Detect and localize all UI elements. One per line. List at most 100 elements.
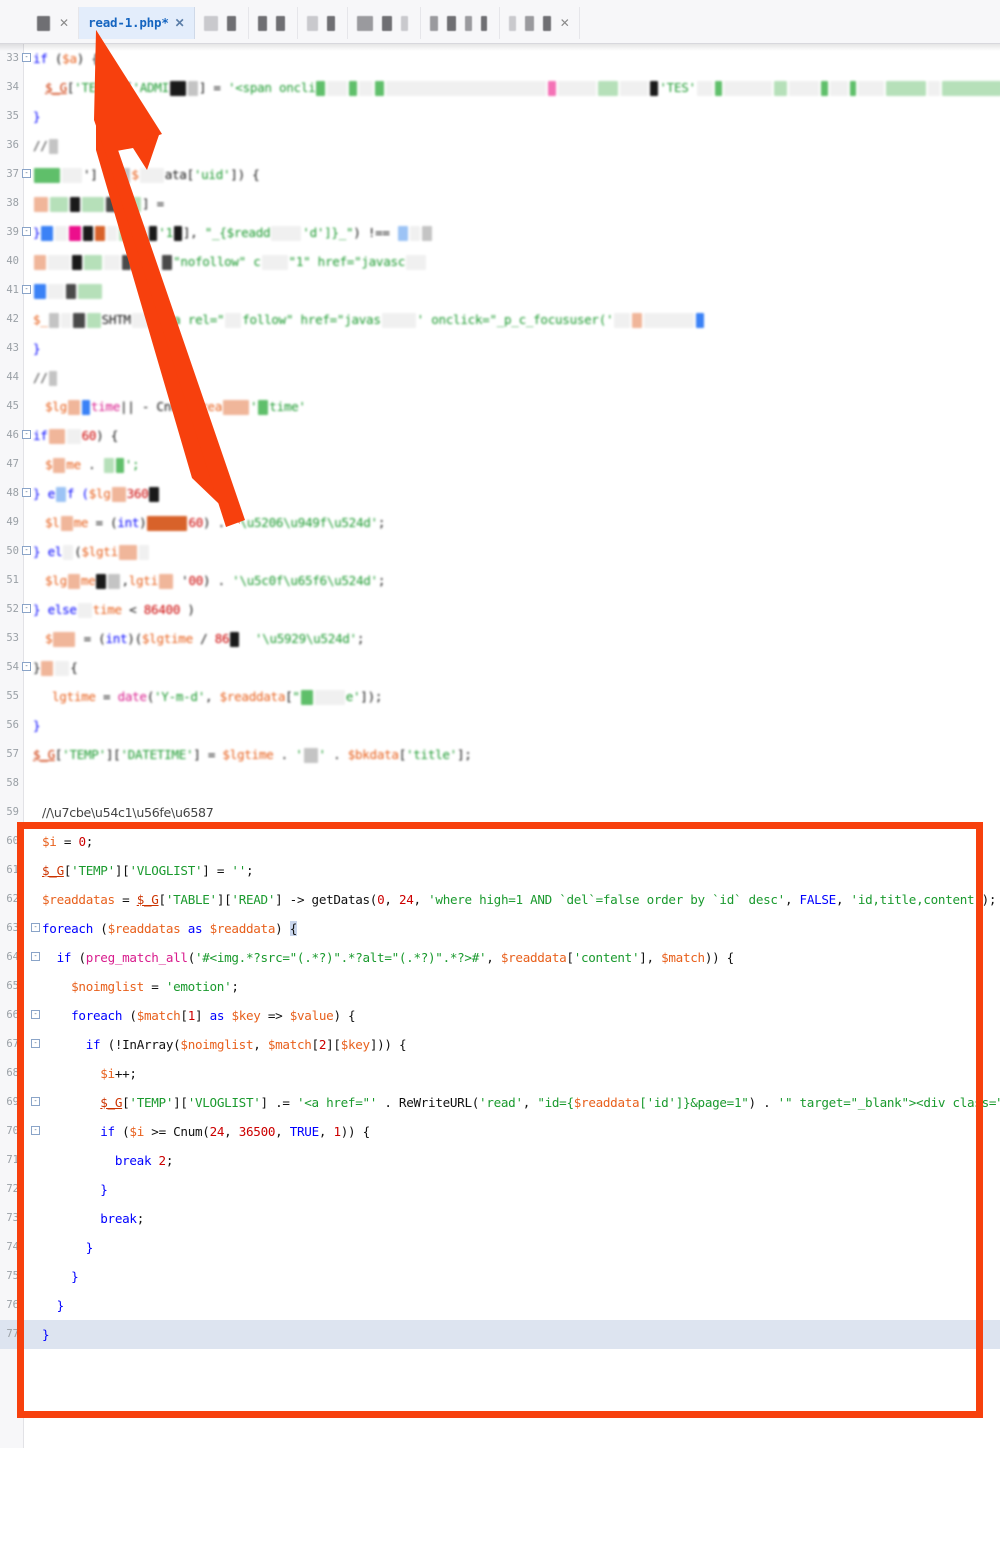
code-line[interactable]: 48 - } ef ($lg 360 — [0, 479, 1000, 508]
tab-redacted-1[interactable]: ✕ — [28, 7, 80, 39]
fold-toggle-icon[interactable]: - — [22, 430, 31, 439]
line-content: } — [85, 1240, 94, 1255]
line-number: 63 — [6, 922, 19, 934]
tab-redacted-5[interactable] — [348, 7, 421, 39]
fold-toggle-icon[interactable]: - — [22, 53, 31, 62]
fold-toggle-icon[interactable]: - — [31, 1126, 40, 1135]
code-line[interactable]: 51 $lg me ,lgti '00) . '\u5c0f\u65f6\u524d… — [0, 566, 1000, 595]
fold-toggle-icon[interactable]: - — [22, 285, 31, 294]
line-content: $_G['TEMP']['VLOGLIST'] = ''; — [42, 863, 254, 878]
code-line[interactable]: 50 - } el ($lgti — [0, 537, 1000, 566]
tab-label-redacted — [446, 15, 456, 31]
code-line[interactable]: 43 } — [0, 334, 1000, 363]
code-line[interactable]: 37 - '] = $ ata['uid']) { — [0, 160, 1000, 189]
line-number: 51 — [6, 574, 19, 586]
line-content: $ me . '; — [45, 457, 140, 473]
code-line[interactable]: 64 - if (preg_match_all('#<img.*?src="(.… — [0, 943, 1000, 972]
code-line[interactable]: 70 - if ($i >= Cnum(24, 36500, TRUE, 1))… — [0, 1117, 1000, 1146]
tab-redacted-6[interactable] — [421, 7, 500, 39]
code-line[interactable]: 54 - }{ — [0, 653, 1000, 682]
fold-toggle-icon[interactable]: - — [22, 488, 31, 497]
tab-close-icon[interactable]: ✕ — [59, 7, 69, 39]
line-number: 67 — [6, 1038, 19, 1050]
code-line[interactable]: 74 } — [0, 1233, 1000, 1262]
code-line[interactable]: 56 } — [0, 711, 1000, 740]
line-content: $ = (int)($lgtime / 86 '\u5929\u524d'; — [45, 631, 365, 647]
code-line[interactable]: 75 } — [0, 1262, 1000, 1291]
code-line[interactable]: 41 - — [0, 276, 1000, 305]
tab-redacted-3[interactable] — [249, 7, 298, 39]
line-content: $_ SHTM '<a rel=" follow" href="javas ' oncl… — [33, 305, 705, 334]
code-line[interactable]: 39 - } '1], "_{$readd'd']}_") !== — [0, 218, 1000, 247]
code-line[interactable]: 60 $i = 0; — [0, 827, 1000, 856]
fold-toggle-icon[interactable]: - — [22, 662, 31, 671]
code-line[interactable]: 53 $ = (int)($lgtime / 86 '\u5929\u524d'… — [0, 624, 1000, 653]
code-line[interactable]: 36 // — [0, 131, 1000, 160]
code-line[interactable]: 65 $noimglist = 'emotion'; — [0, 972, 1000, 1001]
tab-close-icon[interactable]: ✕ — [560, 7, 570, 39]
line-content: if (!InArray($noimglist, $match[2][$key]… — [85, 1037, 407, 1052]
code-line[interactable]: 38 ] = — [0, 189, 1000, 218]
line-number: 37 — [6, 168, 19, 180]
tab-redacted-7[interactable]: ✕ — [500, 7, 580, 39]
line-content: // — [33, 131, 59, 160]
line-content: if 60) { — [33, 428, 119, 444]
tab-label-redacted — [37, 15, 50, 31]
code-line[interactable]: 47 $ me . '; — [0, 450, 1000, 479]
code-line[interactable]: 45 $lg time|| - Cnum($rea ' time' — [0, 392, 1000, 421]
line-number: 59 — [6, 806, 19, 818]
fold-toggle-icon[interactable]: - — [22, 604, 31, 613]
code-line[interactable]: 33 - if ($a) { — [0, 44, 1000, 73]
code-line[interactable]: 35 } — [0, 102, 1000, 131]
fold-toggle-icon[interactable]: - — [31, 1097, 40, 1106]
code-line[interactable]: 40 '<a "nofollow" c "1" href="javasc — [0, 247, 1000, 276]
fold-toggle-icon[interactable]: - — [22, 546, 31, 555]
code-line[interactable]: 46 - if 60) { — [0, 421, 1000, 450]
fold-toggle-icon[interactable]: - — [22, 169, 31, 178]
line-content: ] = — [33, 189, 164, 218]
tab-close-icon[interactable]: ✕ — [175, 7, 185, 39]
code-line[interactable]: 57 $_G['TEMP']['DATETIME'] = $lgtime . '… — [0, 740, 1000, 769]
line-number: 61 — [6, 864, 19, 876]
tab-read-1-php[interactable]: read-1.php* ✕ — [79, 7, 195, 39]
code-line[interactable]: 67 - if (!InArray($noimglist, $match[2][… — [0, 1030, 1000, 1059]
code-line[interactable]: 76 } — [0, 1291, 1000, 1320]
fold-toggle-icon[interactable]: - — [31, 1039, 40, 1048]
code-line[interactable]: 63 - foreach ($readdatas as $readdata) { — [0, 914, 1000, 943]
line-number: 60 — [6, 835, 19, 847]
tab-redacted-2[interactable] — [195, 7, 249, 39]
line-number: 43 — [6, 342, 19, 354]
code-line[interactable]: 61 $_G['TEMP']['VLOGLIST'] = ''; — [0, 856, 1000, 885]
code-line[interactable]: 58 — [0, 769, 1000, 798]
code-line[interactable]: 68 $i++; — [0, 1059, 1000, 1088]
fold-toggle-icon[interactable]: - — [31, 923, 40, 932]
code-area[interactable]: 33 - if ($a) { 34 $_G['TEMP']['ADMI] = '… — [0, 44, 1000, 1349]
code-line[interactable]: 55 lgtime = date('Y-m-d', $readdata[" e']… — [0, 682, 1000, 711]
line-number: 45 — [6, 400, 19, 412]
tab-redacted-4[interactable] — [298, 7, 348, 39]
code-line-current[interactable]: 77 } — [0, 1320, 1000, 1349]
fold-toggle-icon[interactable]: - — [31, 1010, 40, 1019]
code-line[interactable]: 69 - $_G['TEMP']['VLOGLIST'] .= '<a href… — [0, 1088, 1000, 1117]
code-line[interactable]: 72 } — [0, 1175, 1000, 1204]
code-line[interactable]: 42 $_ SHTM '<a rel=" follow" href="javas ' o… — [0, 305, 1000, 334]
code-line[interactable]: 71 break 2; — [0, 1146, 1000, 1175]
tab-label-redacted — [464, 15, 472, 31]
code-line[interactable]: 66 - foreach ($match[1] as $key => $valu… — [0, 1001, 1000, 1030]
code-line[interactable]: 59 //\u7cbe\u54c1\u56fe\u6587 — [0, 798, 1000, 827]
code-line[interactable]: 34 $_G['TEMP']['ADMI] = '<span oncli 'TES… — [0, 73, 1000, 102]
line-number: 38 — [6, 197, 19, 209]
line-content: } el ($lgti — [33, 537, 150, 566]
code-line[interactable]: 52 - } else time < 86400 ) — [0, 595, 1000, 624]
fold-toggle-icon[interactable]: - — [22, 227, 31, 236]
code-editor[interactable]: 33 - if ($a) { 34 $_G['TEMP']['ADMI] = '… — [0, 44, 1000, 1544]
fold-toggle-icon[interactable]: - — [31, 952, 40, 961]
code-line[interactable]: 44 // — [0, 363, 1000, 392]
code-line[interactable]: 49 $l me = (int) 60) . '\u5206\u949f\u524d… — [0, 508, 1000, 537]
code-line[interactable]: 73 break; — [0, 1204, 1000, 1233]
code-line[interactable]: 62 $readdatas = $_G['TABLE']['READ'] -> … — [0, 885, 1000, 914]
line-number: 40 — [6, 255, 19, 267]
line-content: $i = 0; — [42, 834, 94, 849]
tab-bar-inner: ✕ read-1.php* ✕ ✕ — [28, 3, 580, 43]
line-content — [33, 276, 103, 305]
